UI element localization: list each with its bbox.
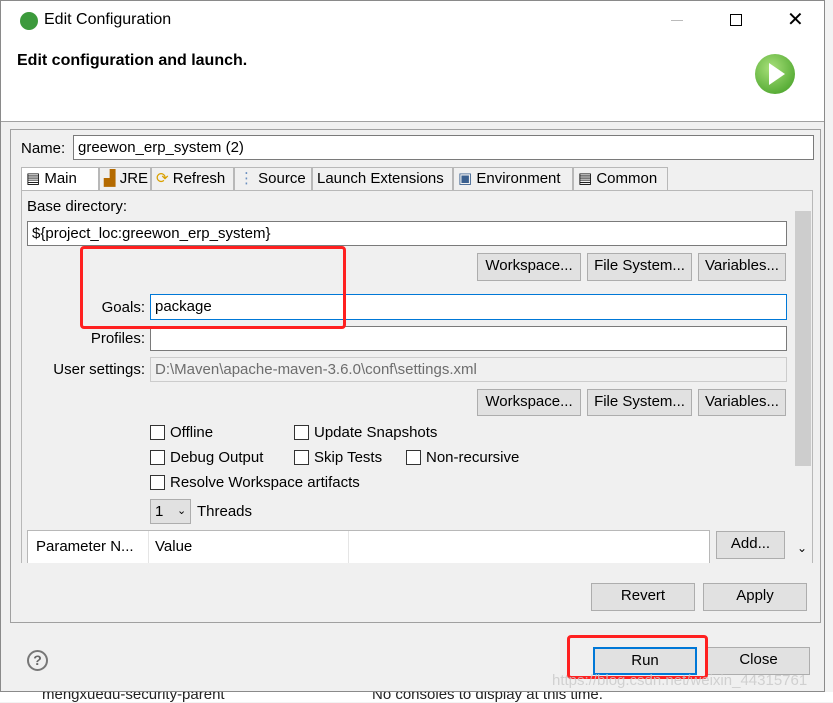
tab-label: Common bbox=[596, 170, 658, 187]
vertical-scrollbar[interactable]: ⌄ bbox=[793, 191, 812, 563]
skip-tests-label: Skip Tests bbox=[314, 449, 383, 466]
tab-label: Environment bbox=[476, 170, 561, 187]
variables-button-2[interactable]: Variables... bbox=[698, 389, 786, 416]
workspace-button[interactable]: Workspace... bbox=[477, 253, 581, 281]
debug-output-checkbox[interactable] bbox=[150, 450, 165, 465]
tab-label: JRE bbox=[119, 170, 149, 187]
apply-button[interactable]: Apply bbox=[703, 583, 807, 611]
watermark: https://blog.csdn.net/weixin_44315761 bbox=[552, 672, 808, 689]
scrollbar-thumb[interactable] bbox=[795, 211, 811, 466]
maximize-icon[interactable] bbox=[730, 14, 742, 26]
revert-button[interactable]: Revert bbox=[591, 583, 695, 611]
debug-output-label: Debug Output bbox=[170, 449, 264, 466]
workspace-button-2[interactable]: Workspace... bbox=[477, 389, 581, 416]
user-settings-label: User settings: bbox=[53, 361, 145, 378]
close-button[interactable]: Close bbox=[707, 647, 810, 675]
offline-label: Offline bbox=[170, 424, 214, 441]
user-settings-input[interactable]: D:\Maven\apache-maven-3.6.0\conf\setting… bbox=[150, 357, 787, 382]
window-title: Edit Configuration bbox=[44, 11, 172, 28]
name-input[interactable]: greewon_erp_system (2) bbox=[73, 135, 814, 160]
base-directory-label: Base directory: bbox=[27, 198, 128, 215]
non-recursive-label: Non-recursive bbox=[426, 449, 520, 466]
tab-label: Refresh bbox=[172, 170, 226, 187]
offline-checkbox[interactable] bbox=[150, 425, 165, 440]
parameters-table: Parameter N... Value bbox=[27, 530, 710, 563]
tab-label: Source bbox=[258, 170, 306, 187]
column-header-value[interactable]: Value bbox=[155, 538, 192, 555]
non-recursive-checkbox[interactable] bbox=[406, 450, 421, 465]
tab-environment[interactable]: ▣ Environment bbox=[453, 167, 573, 190]
app-icon bbox=[20, 12, 38, 30]
dialog-header: Edit configuration and launch. bbox=[1, 39, 824, 122]
tab-refresh[interactable]: ⟳ Refresh bbox=[151, 167, 234, 190]
name-label: Name: bbox=[21, 140, 66, 157]
tab-label: Main bbox=[44, 170, 77, 187]
edit-configuration-dialog: Edit Configuration ✕ Edit configuration … bbox=[0, 0, 825, 692]
profiles-input[interactable] bbox=[150, 326, 787, 351]
resolve-workspace-checkbox[interactable] bbox=[150, 475, 165, 490]
add-parameter-button[interactable]: Add... bbox=[716, 531, 785, 559]
title-bar: Edit Configuration ✕ bbox=[1, 1, 824, 39]
tab-launch-extensions[interactable]: Launch Extensions bbox=[312, 167, 453, 190]
skip-tests-checkbox[interactable] bbox=[294, 450, 309, 465]
minimize-icon[interactable] bbox=[671, 20, 683, 21]
threads-select[interactable]: 1 ⌄ bbox=[150, 499, 191, 524]
threads-value: 1 bbox=[155, 503, 164, 520]
base-directory-input[interactable]: ${project_loc:greewon_erp_system} bbox=[27, 221, 787, 246]
column-header-parameter[interactable]: Parameter N... bbox=[36, 538, 134, 555]
file-system-button[interactable]: File System... bbox=[587, 253, 692, 281]
close-icon[interactable]: ✕ bbox=[787, 7, 804, 32]
help-icon[interactable]: ? bbox=[27, 650, 48, 671]
threads-label: Threads bbox=[197, 503, 253, 520]
variables-button[interactable]: Variables... bbox=[698, 253, 786, 281]
tab-label: Launch Extensions bbox=[317, 170, 444, 187]
ide-background: mengxuedu-security-parent No consoles to… bbox=[0, 686, 833, 703]
scroll-down-icon[interactable]: ⌄ bbox=[797, 541, 807, 555]
file-system-button-2[interactable]: File System... bbox=[587, 389, 692, 416]
tab-main[interactable]: ▤ Main bbox=[21, 167, 99, 190]
header-title: Edit configuration and launch. bbox=[17, 52, 248, 69]
tab-common[interactable]: ▤ Common bbox=[573, 167, 668, 190]
tab-jre[interactable]: ▟ JRE bbox=[99, 167, 151, 190]
update-snapshots-checkbox[interactable] bbox=[294, 425, 309, 440]
tab-source[interactable]: ⋮ Source bbox=[234, 167, 312, 190]
resolve-workspace-label: Resolve Workspace artifacts bbox=[170, 474, 360, 491]
goals-highlight-box bbox=[80, 246, 346, 329]
update-snapshots-label: Update Snapshots bbox=[314, 424, 438, 441]
chevron-down-icon: ⌄ bbox=[177, 505, 187, 517]
launch-icon bbox=[755, 54, 795, 94]
profiles-label: Profiles: bbox=[90, 330, 145, 347]
